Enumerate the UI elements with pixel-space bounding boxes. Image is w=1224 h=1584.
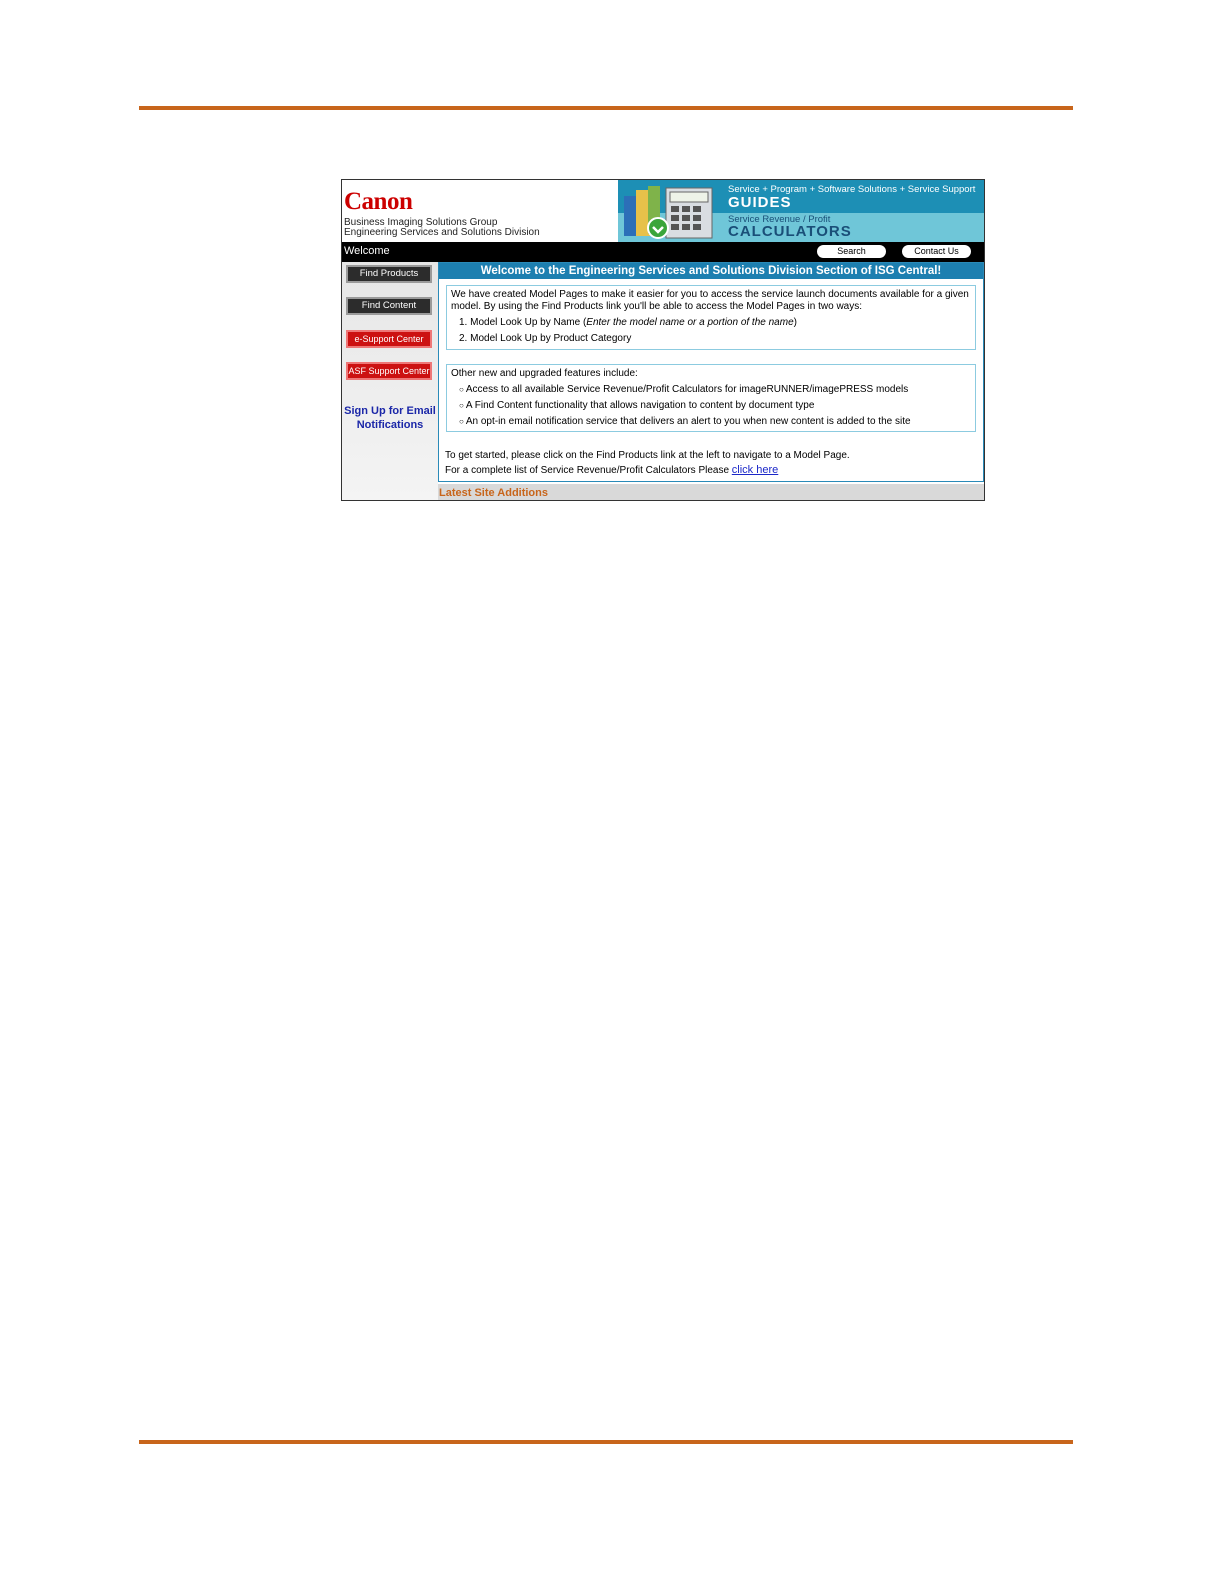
contact-us-button[interactable]: Contact Us (902, 245, 971, 258)
header-division-name: Engineering Services and Solutions Divis… (344, 227, 540, 238)
guides-banner[interactable]: Service + Program + Software Solutions +… (618, 180, 984, 242)
find-products-button[interactable]: Find Products (346, 265, 432, 283)
features-intro: Other new and upgraded features include: (451, 368, 638, 379)
banner-calculators: CALCULATORS (728, 223, 852, 240)
email-signup-link[interactable]: Sign Up for Email Notifications (342, 404, 438, 432)
site-header: Canon Business Imaging Solutions Group E… (342, 180, 984, 242)
click-here-link[interactable]: click here (732, 464, 778, 476)
sidebar: Find Products Find Content e-Support Cen… (342, 262, 438, 500)
welcome-title: Welcome to the Engineering Services and … (439, 263, 983, 279)
model-pages-box: We have created Model Pages to make it e… (446, 285, 976, 350)
website-screenshot: Canon Business Imaging Solutions Group E… (341, 179, 985, 501)
feature-item: Access to all available Service Revenue/… (451, 384, 971, 396)
latest-site-additions-header: Latest Site Additions (438, 484, 984, 500)
features-box: Other new and upgraded features include:… (446, 364, 976, 432)
top-rule (139, 106, 1073, 110)
e-support-center-button[interactable]: e-Support Center (346, 330, 432, 348)
signup-line-2: Notifications (356, 419, 424, 431)
welcome-label: Welcome (344, 245, 390, 257)
banner-guides: GUIDES (728, 194, 792, 211)
search-button[interactable]: Search (817, 245, 886, 258)
feature-item: An opt-in email notification service tha… (451, 416, 971, 428)
intro-text: We have created Model Pages to make it e… (451, 289, 969, 312)
calculator-binders-icon (624, 186, 713, 239)
bottom-rule (139, 1440, 1073, 1444)
get-started-text: To get started, please click on the Find… (445, 449, 975, 478)
canon-logo[interactable]: Canon (344, 188, 413, 216)
find-content-button[interactable]: Find Content (346, 297, 432, 315)
asf-support-center-button[interactable]: ASF Support Center (346, 362, 432, 380)
complete-list-line: For a complete list of Service Revenue/P… (445, 464, 779, 476)
signup-line-1: Sign Up for Email (344, 405, 436, 417)
nav-bar: Welcome Search Contact Us (342, 242, 984, 262)
feature-item: A Find Content functionality that allows… (451, 400, 971, 412)
lookup-by-category-item: 2. Model Look Up by Product Category (459, 333, 632, 344)
main-content: Welcome to the Engineering Services and … (438, 262, 984, 482)
document-page: Canon Business Imaging Solutions Group E… (0, 0, 1224, 1584)
lookup-by-name-item: 1. Model Look Up by Name (Enter the mode… (459, 317, 797, 328)
